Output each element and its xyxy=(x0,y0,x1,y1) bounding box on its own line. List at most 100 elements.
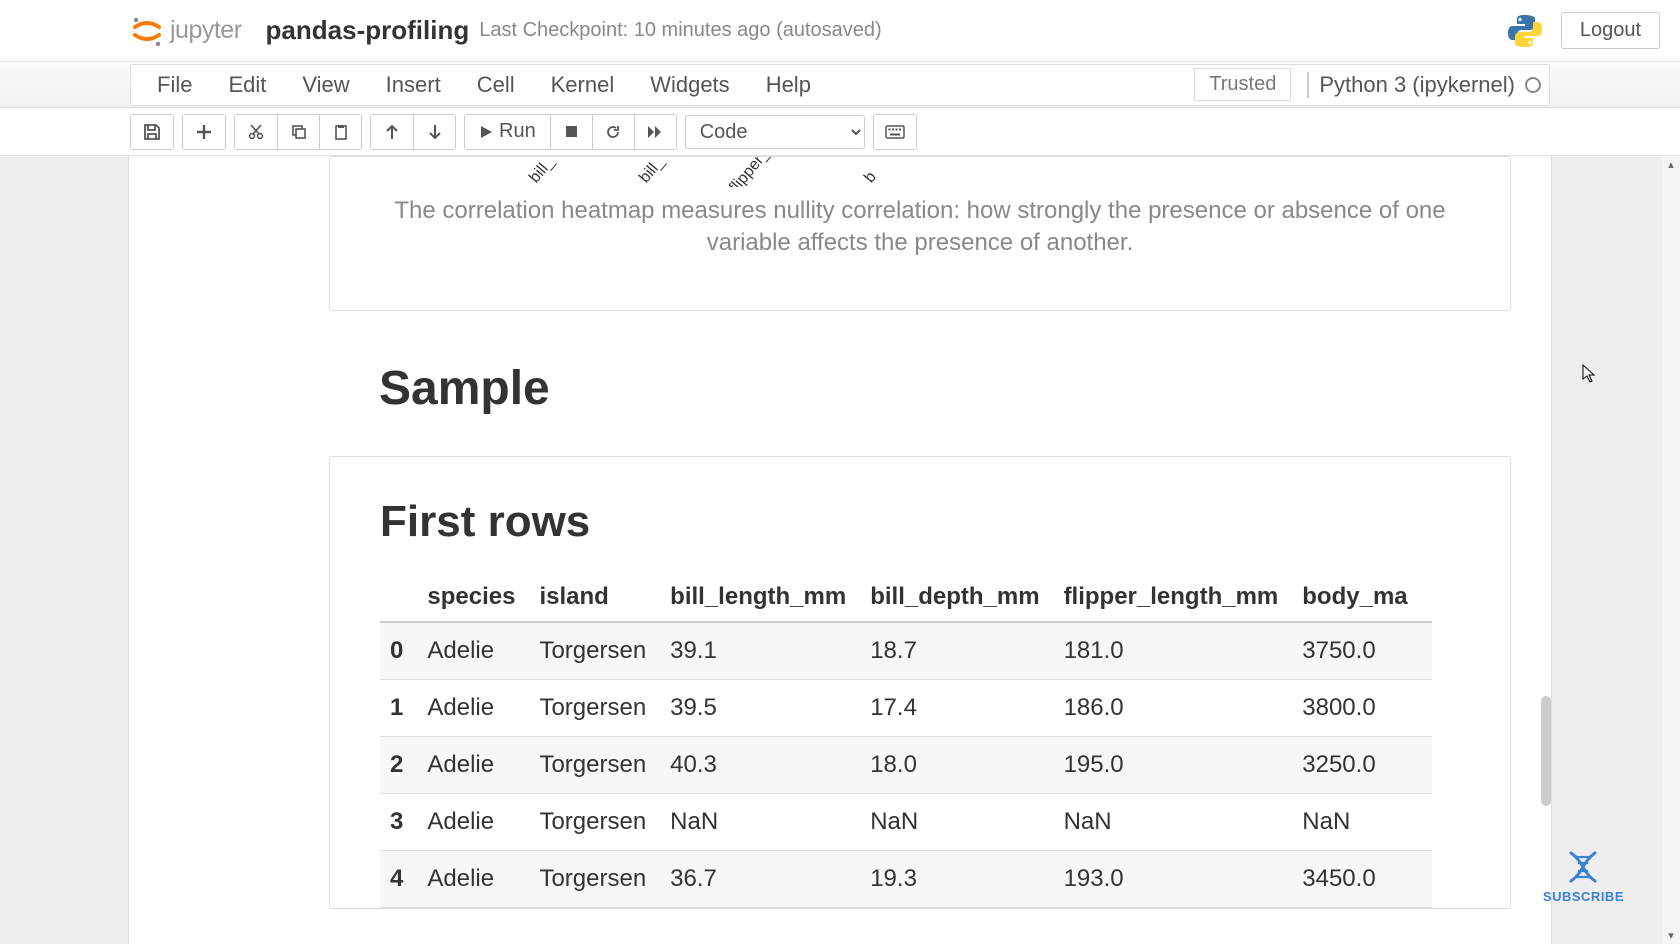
restart-button[interactable] xyxy=(592,115,634,149)
first-rows-heading: First rows xyxy=(380,497,1510,547)
jupyter-text: jupyter xyxy=(170,16,242,45)
cell-body_ma: 3800.0 xyxy=(1302,679,1431,736)
table-row: 2AdelieTorgersen40.318.0195.03250.0 xyxy=(380,736,1432,793)
interrupt-button[interactable] xyxy=(550,115,592,149)
menu-widgets[interactable]: Widgets xyxy=(632,64,747,106)
sample-table: species island bill_length_mm bill_depth… xyxy=(380,573,1432,908)
move-down-button[interactable] xyxy=(413,115,455,149)
move-up-button[interactable] xyxy=(371,115,413,149)
cell-species: Adelie xyxy=(427,850,539,907)
save-icon xyxy=(143,123,161,141)
cell-flipper_length_mm: 193.0 xyxy=(1064,850,1303,907)
cell-island: Torgersen xyxy=(539,850,670,907)
table-row: 3AdelieTorgersenNaNNaNNaNNaN xyxy=(380,793,1432,850)
cell-idx: 3 xyxy=(380,793,427,850)
menu-edit[interactable]: Edit xyxy=(210,64,284,106)
cell-idx: 2 xyxy=(380,736,427,793)
arrow-down-icon xyxy=(428,124,442,140)
paste-icon xyxy=(333,124,349,140)
scroll-down-arrow[interactable]: ▾ xyxy=(1662,929,1680,942)
cell-bill_length_mm: 36.7 xyxy=(670,850,870,907)
cell-bill_depth_mm: 18.0 xyxy=(870,736,1063,793)
logout-button[interactable]: Logout xyxy=(1561,12,1660,49)
kernel-status-icon xyxy=(1525,77,1541,93)
restart-run-all-button[interactable] xyxy=(634,115,676,149)
heatmap-xlabel: bill_ xyxy=(526,157,558,187)
cell-species: Adelie xyxy=(427,679,539,736)
notebook-header: jupyter pandas-profiling Last Checkpoint… xyxy=(0,0,1680,62)
kernel-name[interactable]: Python 3 (ipykernel) xyxy=(1307,72,1541,98)
cell-bill_depth_mm: 17.4 xyxy=(870,679,1063,736)
toolbar: Run Code xyxy=(0,108,1680,156)
cell-species: Adelie xyxy=(427,793,539,850)
table-header-row: species island bill_length_mm bill_depth… xyxy=(380,573,1432,622)
notebook-scroll-area[interactable]: bill_ bill_ flipper_ b The correlation h… xyxy=(128,156,1552,944)
col-bill-depth: bill_depth_mm xyxy=(870,573,1063,622)
output-scrollbar[interactable] xyxy=(1541,696,1551,806)
table-row: 4AdelieTorgersen36.719.3193.03450.0 xyxy=(380,850,1432,907)
menu-cell[interactable]: Cell xyxy=(459,64,533,106)
dna-icon xyxy=(1563,849,1603,885)
sample-heading: Sample xyxy=(379,361,1551,416)
cell-type-select[interactable]: Code xyxy=(685,115,865,149)
cell-island: Torgersen xyxy=(539,679,670,736)
cell-body_ma: 3750.0 xyxy=(1302,622,1431,680)
cell-island: Torgersen xyxy=(539,793,670,850)
arrow-up-icon xyxy=(385,124,399,140)
col-island: island xyxy=(539,573,670,622)
heatmap-xlabel: flipper_ xyxy=(726,157,774,187)
subscribe-label: SUBSCRIBE xyxy=(1543,889,1624,904)
checkpoint-info: Last Checkpoint: 10 minutes ago (autosav… xyxy=(479,19,881,42)
jupyter-logo[interactable]: jupyter xyxy=(130,14,242,48)
cell-body_ma: 3450.0 xyxy=(1302,850,1431,907)
cell-body_ma: NaN xyxy=(1302,793,1431,850)
cell-bill_length_mm: NaN xyxy=(670,793,870,850)
menu-bar: File Edit View Insert Cell Kernel Widget… xyxy=(0,62,1680,108)
plus-icon xyxy=(196,124,212,140)
run-label: Run xyxy=(499,120,536,143)
cell-species: Adelie xyxy=(427,736,539,793)
cell-bill_length_mm: 39.1 xyxy=(670,622,870,680)
heatmap-xlabel: bill_ xyxy=(636,157,668,187)
keyboard-icon xyxy=(885,125,905,139)
save-button[interactable] xyxy=(131,115,173,149)
kernel-label: Python 3 (ipykernel) xyxy=(1319,72,1515,98)
cell-idx: 0 xyxy=(380,622,427,680)
cell-flipper_length_mm: 181.0 xyxy=(1064,622,1303,680)
copy-icon xyxy=(291,124,307,140)
scroll-up-arrow[interactable]: ▴ xyxy=(1662,158,1680,171)
cell-body_ma: 3250.0 xyxy=(1302,736,1431,793)
cell-idx: 1 xyxy=(380,679,427,736)
cell-bill_depth_mm: 19.3 xyxy=(870,850,1063,907)
cut-icon xyxy=(248,124,264,140)
menu-help[interactable]: Help xyxy=(748,64,829,106)
subscribe-badge[interactable]: SUBSCRIBE xyxy=(1543,849,1624,904)
trusted-indicator[interactable]: Trusted xyxy=(1194,68,1291,101)
add-cell-button[interactable] xyxy=(183,115,225,149)
cell-flipper_length_mm: 186.0 xyxy=(1064,679,1303,736)
cell-bill_depth_mm: 18.7 xyxy=(870,622,1063,680)
cell-species: Adelie xyxy=(427,622,539,680)
command-palette-button[interactable] xyxy=(874,115,916,149)
col-bill-length: bill_length_mm xyxy=(670,573,870,622)
menu-file[interactable]: File xyxy=(139,64,210,106)
cell-idx: 4 xyxy=(380,850,427,907)
cell-bill_length_mm: 40.3 xyxy=(670,736,870,793)
run-button[interactable]: Run xyxy=(465,115,550,149)
table-row: 1AdelieTorgersen39.517.4186.03800.0 xyxy=(380,679,1432,736)
menu-kernel[interactable]: Kernel xyxy=(533,64,633,106)
notebook-name[interactable]: pandas-profiling xyxy=(266,15,470,46)
heatmap-output-fragment: bill_ bill_ flipper_ b The correlation h… xyxy=(329,156,1511,311)
menu-view[interactable]: View xyxy=(284,64,367,106)
copy-button[interactable] xyxy=(277,115,319,149)
menu-insert[interactable]: Insert xyxy=(368,64,459,106)
stop-icon xyxy=(565,125,578,138)
col-index xyxy=(380,573,427,622)
python-icon xyxy=(1505,11,1545,51)
col-flipper-length: flipper_length_mm xyxy=(1064,573,1303,622)
correlation-description: The correlation heatmap measures nullity… xyxy=(330,187,1510,280)
restart-icon xyxy=(605,124,621,140)
cut-button[interactable] xyxy=(235,115,277,149)
page-scrollbar[interactable]: ▴ ▾ xyxy=(1662,156,1680,944)
paste-button[interactable] xyxy=(319,115,361,149)
